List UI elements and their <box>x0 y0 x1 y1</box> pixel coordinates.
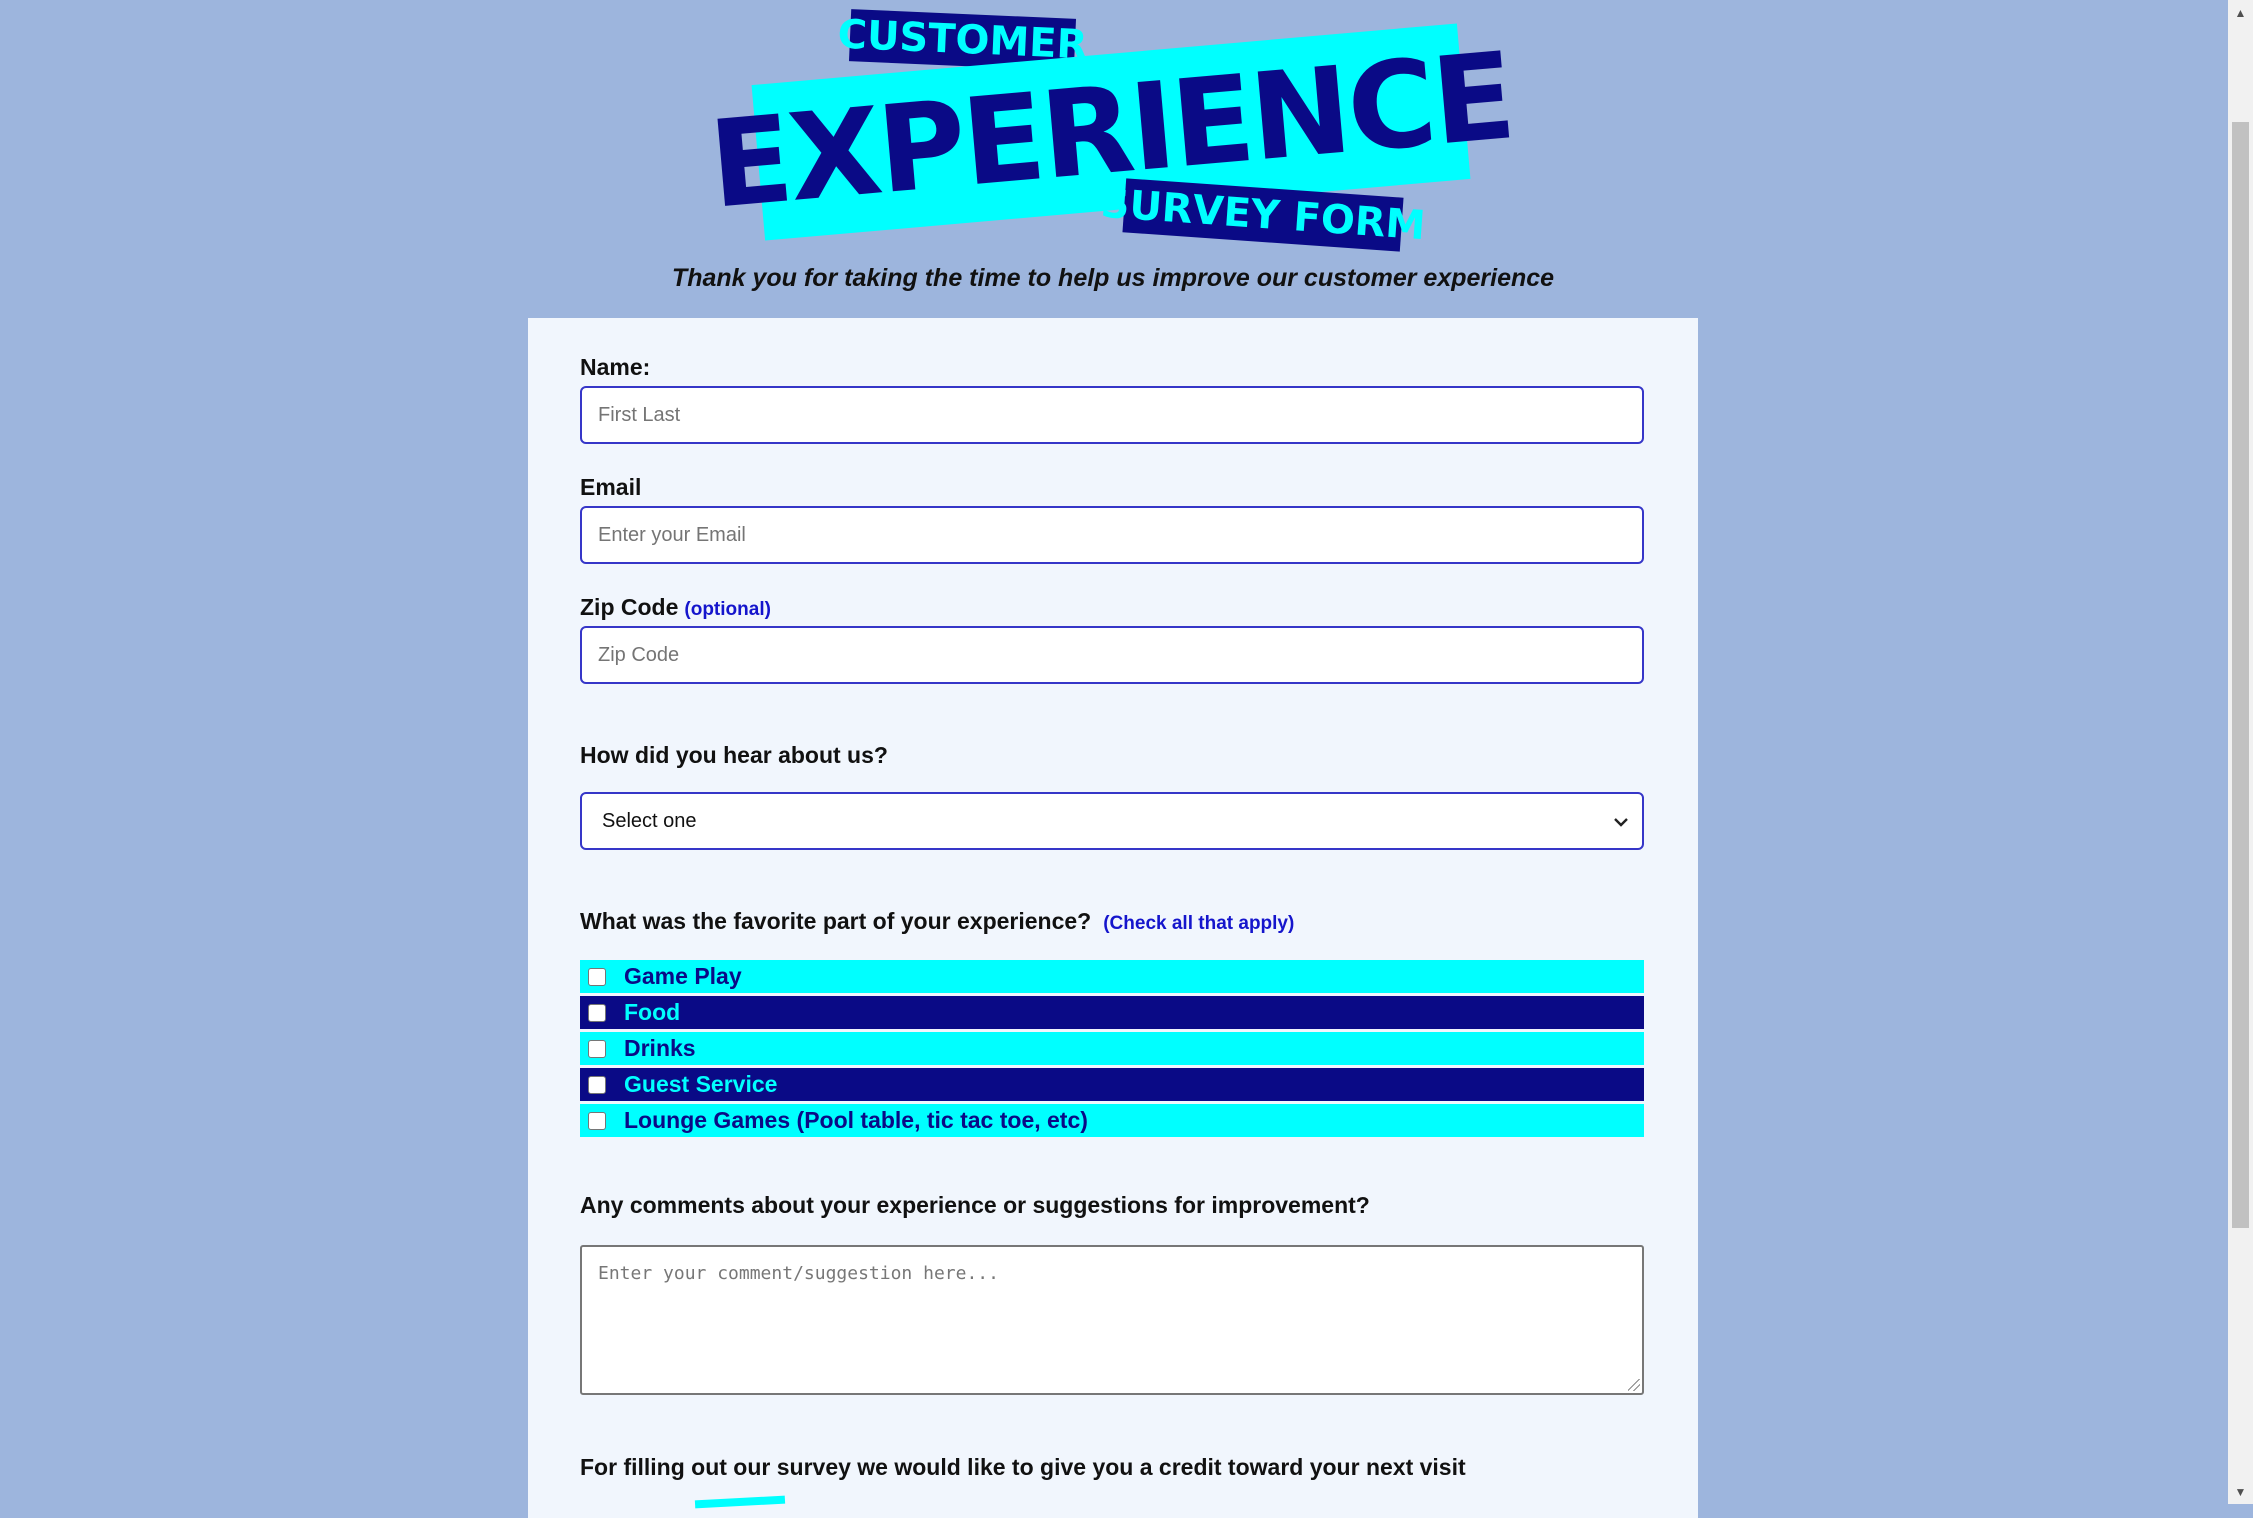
favorite-label-text: What was the favorite part of your exper… <box>580 908 1092 934</box>
resize-handle-icon[interactable] <box>1628 1379 1640 1391</box>
survey-form-card: Name: Email Zip Code(optional) How did y… <box>528 318 1698 1518</box>
zip-label: Zip Code (optional) <box>580 594 771 621</box>
game-play-checkbox[interactable] <box>588 967 606 986</box>
hear-label: How did you hear about us? <box>580 742 888 768</box>
zip-label-text: Zip Code <box>580 594 679 620</box>
food-label: Food <box>624 999 681 1025</box>
chevron-down-icon <box>1614 811 1628 832</box>
comments-textarea[interactable]: Enter your comment/suggestion here... <box>580 1245 1644 1395</box>
checkbox-row-food[interactable]: Food <box>580 996 1644 1029</box>
hear-select-value: Select one <box>602 809 697 832</box>
guest-service-label: Guest Service <box>624 1071 778 1097</box>
credit-label: For filling out our survey we would like… <box>580 1454 1466 1480</box>
lounge-games-checkbox[interactable] <box>588 1111 606 1130</box>
drinks-label: Drinks <box>624 1035 696 1061</box>
checkbox-row-guest-service[interactable]: Guest Service <box>580 1068 1644 1101</box>
email-input[interactable] <box>580 506 1644 564</box>
favorite-hint: (Check all that apply) <box>1103 913 1295 934</box>
hear-select[interactable]: Select one <box>580 792 1644 850</box>
lounge-games-label: Lounge Games (Pool table, tic tac toe, e… <box>624 1107 1088 1133</box>
zip-input[interactable] <box>580 626 1644 684</box>
zip-optional-hint: (optional) <box>684 599 771 620</box>
email-label: Email <box>580 474 642 500</box>
comments-placeholder: Enter your comment/suggestion here... <box>598 1263 999 1284</box>
checkbox-row-lounge-games[interactable]: Lounge Games (Pool table, tic tac toe, e… <box>580 1104 1644 1137</box>
checkbox-row-drinks[interactable]: Drinks <box>580 1032 1644 1065</box>
name-input[interactable] <box>580 386 1644 444</box>
page-scrollbar[interactable]: ▲ ▼ <box>2228 0 2253 1504</box>
arrow-down-icon[interactable]: ▼ <box>2228 1479 2253 1504</box>
name-label: Name: <box>580 354 651 380</box>
drinks-checkbox[interactable] <box>588 1039 606 1058</box>
arrow-up-icon[interactable]: ▲ <box>2228 0 2253 25</box>
guest-service-checkbox[interactable] <box>588 1075 606 1094</box>
page-tagline: Thank you for taking the time to help us… <box>671 264 1555 292</box>
logo-survey-form: SURVEY FORM <box>1099 178 1427 252</box>
scrollbar-thumb[interactable] <box>2232 122 2249 1228</box>
food-checkbox[interactable] <box>588 1003 606 1022</box>
favorite-label: What was the favorite part of your exper… <box>580 908 1294 935</box>
checkbox-row-game-play[interactable]: Game Play <box>580 960 1644 993</box>
survey-logo: CUSTOMER EXPERIENCE SURVEY FORM <box>0 0 2253 260</box>
comments-label: Any comments about your experience or su… <box>580 1192 1370 1218</box>
game-play-label: Game Play <box>624 963 742 989</box>
